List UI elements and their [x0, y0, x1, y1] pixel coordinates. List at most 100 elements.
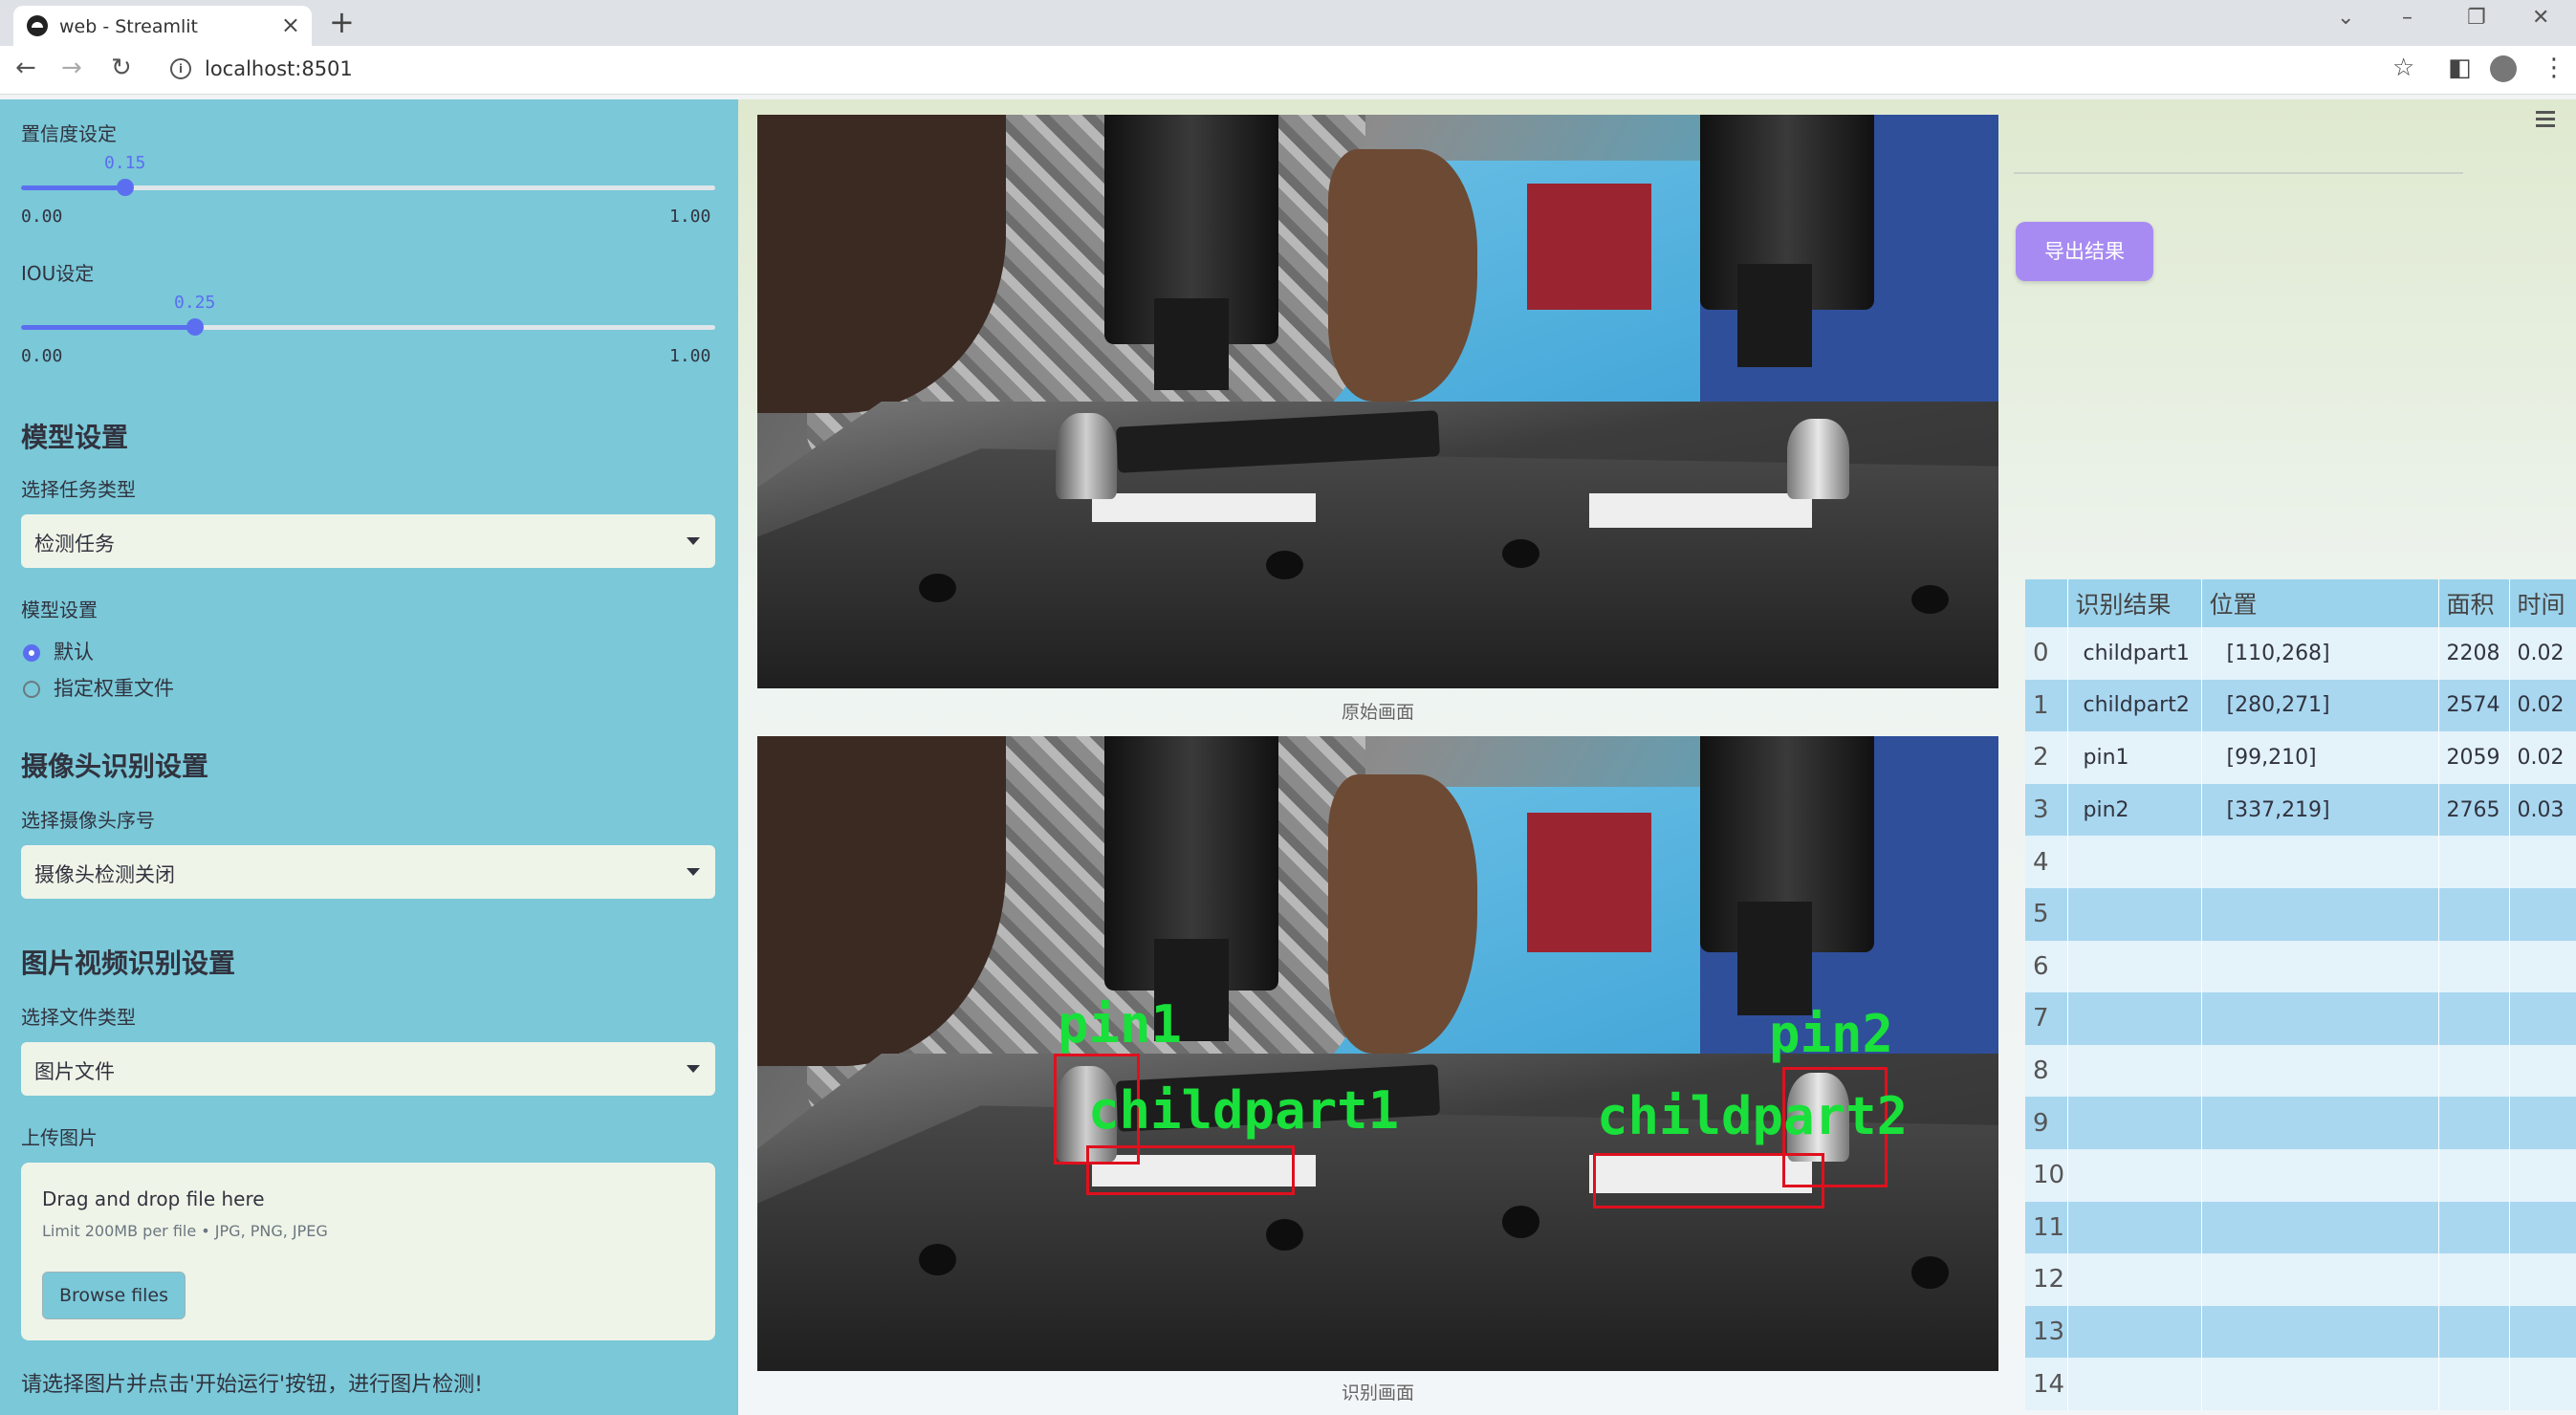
- column-header-position[interactable]: 位置: [2201, 579, 2439, 627]
- table-row[interactable]: 1 childpart2 [280,271] 2574 0.02: [2025, 679, 2576, 732]
- original-caption: 原始画面: [1341, 702, 1414, 723]
- tab-search-icon[interactable]: ⌄: [2337, 6, 2354, 30]
- row-index: 0: [2025, 627, 2068, 680]
- row-time: [2509, 887, 2576, 941]
- profile-icon[interactable]: [2490, 55, 2517, 82]
- row-time: 0.02: [2509, 627, 2576, 680]
- column-header-result[interactable]: 识别结果: [2067, 579, 2202, 627]
- result-caption: 识别画面: [1341, 1382, 1414, 1404]
- close-tab-icon[interactable]: ×: [281, 11, 300, 38]
- restore-icon[interactable]: ❐: [2467, 6, 2486, 30]
- browse-files-button[interactable]: Browse files: [42, 1272, 186, 1319]
- row-position: [110,268]: [2201, 627, 2439, 680]
- row-index: 11: [2025, 1201, 2068, 1254]
- table-row[interactable]: 10: [2025, 1148, 2576, 1202]
- minimize-icon[interactable]: –: [2402, 6, 2412, 30]
- camera-settings-header: 摄像头识别设置: [21, 751, 209, 782]
- table-row[interactable]: 6: [2025, 940, 2576, 993]
- table-row[interactable]: 12: [2025, 1253, 2576, 1306]
- radio-custom-weights[interactable]: 指定权重文件: [23, 673, 174, 702]
- instruction-note: 请选择图片并点击'开始运行'按钮，进行图片检测!: [21, 1373, 483, 1397]
- streamlit-favicon-icon: [27, 15, 48, 36]
- url-field[interactable]: localhost:8501: [205, 57, 353, 80]
- detection-label-pin2: pin2: [1769, 1004, 1894, 1064]
- table-row[interactable]: 13: [2025, 1305, 2576, 1359]
- row-index: 12: [2025, 1253, 2068, 1306]
- column-header-area[interactable]: 面积: [2438, 579, 2510, 627]
- row-time: [2509, 1253, 2576, 1306]
- row-area: [2438, 1044, 2510, 1098]
- table-row[interactable]: 11: [2025, 1201, 2576, 1254]
- close-window-icon[interactable]: ✕: [2532, 6, 2549, 30]
- row-position: [2201, 1305, 2439, 1359]
- media-settings-header: 图片视频识别设置: [21, 947, 236, 979]
- file-type-select[interactable]: 图片文件: [21, 1042, 715, 1096]
- detection-label-childpart2: childpart2: [1597, 1086, 1909, 1146]
- new-tab-icon[interactable]: +: [329, 4, 355, 40]
- iou-max: 1.00: [669, 346, 711, 366]
- row-time: [2509, 1201, 2576, 1254]
- row-time: [2509, 1148, 2576, 1202]
- radio-unchecked-icon[interactable]: [23, 681, 40, 698]
- model-setting-label: 模型设置: [21, 599, 98, 621]
- model-settings-header: 模型设置: [21, 422, 129, 453]
- row-time: [2509, 940, 2576, 993]
- table-row[interactable]: 8: [2025, 1044, 2576, 1098]
- column-header-time[interactable]: 时间: [2509, 579, 2576, 627]
- task-type-value: 检测任务: [34, 533, 115, 555]
- caret-down-icon: [687, 537, 700, 545]
- row-result: childpart1: [2067, 627, 2202, 680]
- radio-default[interactable]: 默认: [23, 637, 94, 665]
- iou-slider-thumb[interactable]: [186, 318, 204, 336]
- address-bar: ← → ↻ i localhost:8501 ☆ ◧ ⋮: [0, 46, 2576, 95]
- forward-icon[interactable]: →: [61, 54, 82, 82]
- row-result: [2067, 1097, 2202, 1149]
- detection-label-pin1: pin1: [1058, 994, 1183, 1055]
- table-header-row: 识别结果 位置 面积 时间: [2025, 579, 2576, 627]
- main-area: 原始画面 pin1 childpart1 pin2 childpart2 识别画…: [738, 99, 2576, 1415]
- row-area: [2438, 887, 2510, 941]
- back-icon[interactable]: ←: [15, 54, 36, 82]
- confidence-slider[interactable]: [21, 179, 715, 196]
- export-results-button[interactable]: 导出结果: [2016, 222, 2153, 281]
- table-row[interactable]: 5: [2025, 887, 2576, 941]
- more-icon[interactable]: ⋮: [2542, 54, 2566, 82]
- browser-tab[interactable]: web - Streamlit ×: [13, 6, 312, 46]
- row-time: 0.02: [2509, 679, 2576, 732]
- row-index: 10: [2025, 1148, 2068, 1202]
- row-area: [2438, 1097, 2510, 1149]
- confidence-min: 0.00: [21, 207, 63, 227]
- confidence-slider-thumb[interactable]: [117, 179, 134, 196]
- table-row[interactable]: 4: [2025, 836, 2576, 888]
- table-row[interactable]: 9: [2025, 1097, 2576, 1149]
- row-result: [2067, 1253, 2202, 1306]
- camera-select[interactable]: 摄像头检测关闭: [21, 845, 715, 899]
- iou-slider[interactable]: [21, 318, 715, 336]
- info-icon[interactable]: i: [170, 58, 191, 79]
- row-area: [2438, 1305, 2510, 1359]
- hamburger-menu-icon[interactable]: [2536, 111, 2555, 131]
- table-row[interactable]: 0 childpart1 [110,268] 2208 0.02: [2025, 627, 2576, 680]
- row-position: [2201, 887, 2439, 941]
- table-row[interactable]: 3 pin2 [337,219] 2765 0.03: [2025, 783, 2576, 837]
- file-dropzone[interactable]: Drag and drop file here Limit 200MB per …: [21, 1163, 715, 1340]
- reload-icon[interactable]: ↻: [111, 54, 132, 82]
- row-index: 6: [2025, 940, 2068, 993]
- table-row[interactable]: 7: [2025, 992, 2576, 1045]
- star-icon[interactable]: ☆: [2392, 54, 2414, 82]
- row-index: 7: [2025, 992, 2068, 1045]
- radio-checked-icon[interactable]: [23, 644, 40, 662]
- detection-box-childpart2: [1593, 1153, 1824, 1208]
- row-position: [2201, 1148, 2439, 1202]
- row-result: [2067, 992, 2202, 1045]
- table-row[interactable]: 2 pin1 [99,210] 2059 0.02: [2025, 731, 2576, 784]
- row-time: [2509, 992, 2576, 1045]
- row-result: [2067, 887, 2202, 941]
- table-row[interactable]: 14: [2025, 1358, 2576, 1410]
- sidepanel-icon[interactable]: ◧: [2448, 54, 2472, 82]
- row-time: [2509, 1358, 2576, 1410]
- row-time: [2509, 1305, 2576, 1359]
- column-header-index[interactable]: [2025, 579, 2068, 627]
- task-type-select[interactable]: 检测任务: [21, 514, 715, 568]
- row-position: [2201, 940, 2439, 993]
